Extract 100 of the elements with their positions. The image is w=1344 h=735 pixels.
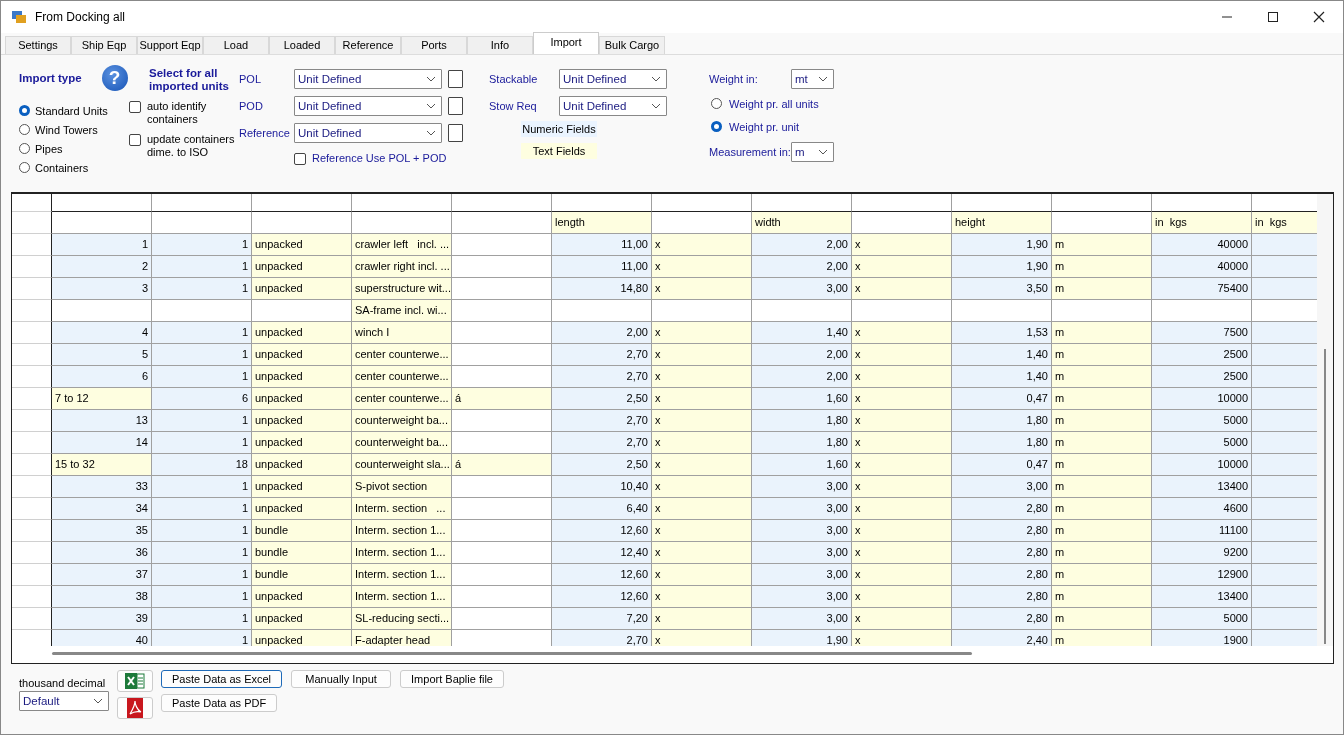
table-cell: 2,00 (752, 256, 852, 278)
table-cell: 1 (152, 344, 252, 366)
row-header[interactable] (12, 410, 52, 432)
tab[interactable]: Reference (335, 36, 401, 54)
row-header[interactable] (12, 542, 52, 564)
table-cell: 5 (52, 344, 152, 366)
action-button[interactable]: Manually Input (291, 670, 392, 688)
table-cell: m (1052, 256, 1152, 278)
dropdown[interactable]: Unit Defined (559, 68, 667, 89)
table-cell: 13400 (1152, 586, 1252, 608)
row-header[interactable] (12, 256, 52, 278)
row-header[interactable] (12, 608, 52, 630)
table-cell: center counterwe... (352, 388, 452, 410)
row-header[interactable] (12, 234, 52, 256)
legend-label: Numeric Fields (521, 121, 597, 137)
tab[interactable]: Info (467, 36, 533, 54)
row-header[interactable] (12, 322, 52, 344)
table-cell: 1 (152, 608, 252, 630)
dropdown[interactable]: Unit Defined (559, 95, 667, 116)
action-button[interactable]: Import Baplie file (400, 670, 504, 688)
table-cell: x (852, 388, 952, 410)
tab[interactable]: Ship Eqp (71, 36, 137, 54)
table-cell: x (652, 322, 752, 344)
scrollbar[interactable] (52, 652, 972, 655)
row-header[interactable] (12, 432, 52, 454)
checkbox[interactable] (448, 123, 463, 142)
row-header[interactable] (12, 498, 52, 520)
spreadsheet-button[interactable] (117, 670, 153, 692)
table-cell: unpacked (252, 498, 352, 520)
table-cell: x (652, 388, 752, 410)
radio-button[interactable] (19, 124, 30, 135)
checkbox[interactable] (294, 153, 306, 165)
row-header[interactable] (12, 476, 52, 498)
row-header[interactable] (12, 388, 52, 410)
radio-button[interactable] (19, 162, 30, 173)
table-cell: x (852, 498, 952, 520)
table-cell: 6 (152, 388, 252, 410)
table-cell: x (652, 542, 752, 564)
table-cell: 1,40 (952, 366, 1052, 388)
row-header[interactable] (12, 366, 52, 388)
section-title: Select for all imported units (149, 67, 230, 93)
tab[interactable]: Loaded (269, 36, 335, 54)
dropdown[interactable]: Default (19, 691, 109, 711)
caret-icon (426, 129, 436, 136)
dropdown[interactable]: mt (791, 68, 834, 89)
table-cell: unpacked (252, 630, 352, 646)
table-cell: 4 (52, 322, 152, 344)
table-cell: x (652, 586, 752, 608)
table-cell: m (1052, 278, 1152, 300)
checkbox[interactable] (129, 101, 141, 113)
maximize-icon[interactable] (1267, 11, 1279, 23)
caret-icon (651, 102, 661, 109)
table-cell: 3,00 (952, 476, 1052, 498)
table-cell: x (652, 476, 752, 498)
pdf-button[interactable] (117, 697, 153, 719)
table-cell: 11,00 (552, 234, 652, 256)
table-cell: x (852, 366, 952, 388)
table-cell: m (1052, 454, 1152, 476)
field-label: Measurement in: (709, 145, 791, 158)
table-cell: S-pivot section (352, 476, 452, 498)
table-cell: x (852, 630, 952, 646)
checkbox[interactable] (129, 134, 141, 146)
row-header[interactable] (12, 344, 52, 366)
tab[interactable]: Support Eqp (137, 36, 203, 54)
table-cell: 14 (52, 432, 152, 454)
action-button[interactable]: Paste Data as PDF (161, 694, 278, 712)
tab[interactable]: Load (203, 36, 269, 54)
row-header[interactable] (12, 586, 52, 608)
table-cell: 2500 (1152, 344, 1252, 366)
table-cell: 1 (152, 234, 252, 256)
radio-label: Containers (35, 161, 89, 174)
table-cell: 1 (152, 630, 252, 646)
dropdown[interactable]: Unit Defined (294, 68, 442, 89)
dropdown[interactable]: Unit Defined (294, 95, 442, 116)
radio-button[interactable] (19, 143, 30, 154)
radio-button[interactable] (19, 105, 30, 116)
tab[interactable]: Settings (5, 36, 71, 54)
help-icon[interactable]: ? (101, 65, 128, 91)
action-button[interactable]: Paste Data as Excel (161, 670, 283, 688)
checkbox[interactable] (448, 96, 463, 115)
row-header[interactable] (12, 300, 52, 322)
row-header[interactable] (12, 520, 52, 542)
radio-button[interactable] (711, 121, 722, 132)
table-cell: 2,50 (552, 454, 652, 476)
tab[interactable]: Ports (401, 36, 467, 54)
dropdown[interactable]: Unit Defined (294, 122, 442, 143)
scrollbar[interactable] (1317, 194, 1333, 646)
checkbox[interactable] (448, 69, 463, 88)
table-cell: 1 (152, 278, 252, 300)
row-header[interactable] (12, 454, 52, 476)
row-header[interactable] (12, 278, 52, 300)
radio-button[interactable] (711, 98, 722, 109)
dropdown[interactable]: m (791, 141, 834, 162)
table-cell: unpacked (252, 454, 352, 476)
close-icon[interactable] (1313, 11, 1325, 23)
tab[interactable]: Import (533, 32, 599, 54)
table-cell: 36 (52, 542, 152, 564)
row-header[interactable] (12, 564, 52, 586)
radio-label: Weight pr. all units (729, 97, 819, 110)
tab[interactable]: Bulk Cargo (599, 36, 665, 54)
